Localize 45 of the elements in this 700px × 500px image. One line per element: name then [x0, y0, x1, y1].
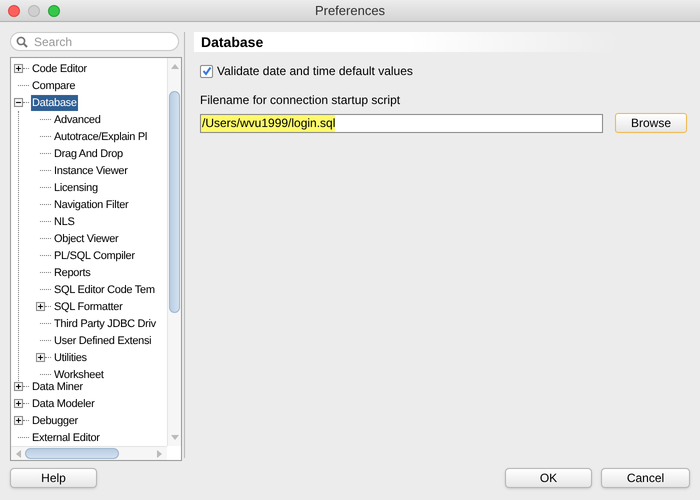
tree-item[interactable]: Code Editor [31, 60, 88, 76]
expand-icon[interactable] [36, 353, 45, 362]
expand-icon[interactable] [36, 302, 45, 311]
tree-item[interactable]: Third Party JDBC Driv [53, 316, 157, 332]
tree-item[interactable]: SQL Editor Code Tem [53, 282, 156, 298]
horizontal-scrollbar[interactable] [11, 446, 167, 460]
tree-item[interactable]: Instance Viewer [53, 162, 129, 178]
tree-item[interactable]: Autotrace/Explain Pl [53, 128, 148, 144]
window-title: Preferences [314, 2, 386, 20]
vertical-scrollbar[interactable] [167, 58, 181, 446]
expand-icon[interactable] [14, 416, 23, 425]
tree-item[interactable]: Navigation Filter [53, 196, 130, 212]
collapse-icon[interactable] [14, 98, 23, 107]
tree-item[interactable]: Data Modeler [31, 396, 96, 412]
search-input[interactable]: Search [34, 32, 164, 50]
expand-icon[interactable] [14, 382, 23, 391]
tree-item[interactable]: SQL Formatter [53, 298, 124, 314]
checkbox-label: Validate date and time default values [217, 63, 413, 80]
browse-button[interactable]: Browse [615, 113, 687, 133]
tree-item[interactable]: Compare [31, 78, 76, 94]
tree-item[interactable]: Database [31, 94, 78, 110]
cancel-button[interactable]: Cancel [601, 468, 690, 488]
search-icon [16, 36, 28, 48]
section-title: Database [201, 32, 264, 52]
tree-item[interactable]: Licensing [53, 180, 99, 196]
expand-icon[interactable] [14, 399, 23, 408]
expand-icon[interactable] [14, 64, 23, 73]
search-field[interactable]: Search [10, 32, 179, 51]
tree-item[interactable]: Object Viewer [53, 230, 120, 246]
tree-item[interactable]: Reports [53, 264, 92, 280]
tree-item[interactable]: Debugger [31, 412, 79, 428]
tree-item[interactable]: User Defined Extensi [53, 332, 152, 348]
tree-item[interactable]: External Editor [31, 430, 101, 446]
ok-button[interactable]: OK [505, 468, 592, 488]
tree-item[interactable]: Advanced [53, 112, 102, 128]
tree-item[interactable]: Utilities [53, 350, 88, 366]
tree-item[interactable]: NLS [53, 214, 76, 230]
tree-item[interactable]: Drag And Drop [53, 146, 124, 162]
filename-field[interactable]: /Users/wvu1999/login.sql [200, 114, 603, 132]
zoom-icon[interactable] [48, 4, 60, 16]
field-label: Filename for connection startup script [200, 92, 402, 109]
close-icon[interactable] [8, 4, 20, 16]
tree-item[interactable]: PL/SQL Compiler [53, 248, 136, 264]
help-button[interactable]: Help [10, 468, 97, 488]
checkbox[interactable] [200, 64, 213, 78]
